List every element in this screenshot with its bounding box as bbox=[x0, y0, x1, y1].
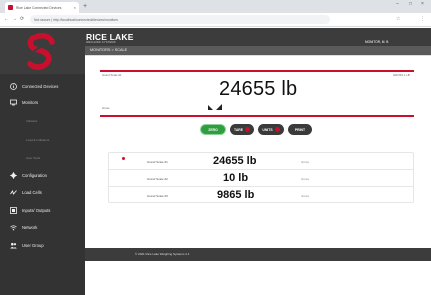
sidebar-subitem-indicator[interactable]: Indicator bbox=[26, 119, 38, 123]
weight-display: 24655 lb bbox=[219, 78, 298, 100]
table-row[interactable]: Grand Scale #3 9865 lb Gross bbox=[109, 187, 413, 204]
gear-icon bbox=[10, 172, 17, 179]
sidebar-item-connected-devices[interactable]: Connected Devices bbox=[0, 83, 85, 90]
scale-status: Gross bbox=[301, 194, 310, 198]
brand-subtitle: WEIGHING SYSTEMS bbox=[86, 41, 116, 44]
sidebar-item-label: Configuration bbox=[22, 173, 47, 178]
sidebar-subitem-user-tools[interactable]: User Tools bbox=[26, 156, 40, 160]
sidebar-item-label: User Group bbox=[22, 243, 44, 248]
zero-button-label: ZERO bbox=[208, 127, 218, 132]
rice-lake-logo-icon bbox=[27, 32, 55, 70]
footer-copyright: © 2021 Rice Lake Weighing Systems 2.1 bbox=[135, 252, 190, 256]
minimize-button[interactable]: – bbox=[396, 1, 399, 7]
tab-title: Rice Lake Connected Devices bbox=[16, 5, 62, 10]
breadcrumb-bar bbox=[85, 46, 431, 55]
table-row[interactable]: Grand Scale #1 24655 lb Gross bbox=[109, 153, 413, 170]
wifi-icon bbox=[10, 224, 17, 231]
sidebar-item-inputs-outputs[interactable]: Inputs/ Outputs bbox=[0, 207, 85, 214]
sidebar-item-label: Monitors bbox=[22, 100, 39, 105]
sidebar: Connected Devices Monitors Indicator Loa… bbox=[0, 74, 85, 295]
url-input[interactable]: Not secure | http://localhost/connected/… bbox=[30, 15, 330, 24]
units-indicator-icon bbox=[274, 127, 280, 132]
gross-label: Gross bbox=[102, 106, 110, 110]
favicon-icon bbox=[8, 5, 13, 10]
scale-status: Gross bbox=[301, 177, 310, 181]
reload-icon[interactable]: ⟳ bbox=[20, 16, 24, 22]
info-icon bbox=[10, 83, 17, 90]
page-bottom-area bbox=[85, 261, 431, 295]
print-button-label: PRINT bbox=[294, 127, 306, 132]
scale-weight: 24655 lb bbox=[213, 155, 257, 167]
print-button[interactable]: PRINT bbox=[288, 124, 312, 135]
sidebar-item-label: Load Cells bbox=[22, 190, 42, 195]
scale-weight: 10 lb bbox=[223, 172, 249, 184]
monitor-icon bbox=[10, 99, 17, 106]
logo-area bbox=[0, 28, 85, 74]
scale-name: Grand Scale #2 bbox=[147, 177, 168, 181]
new-tab-button[interactable]: + bbox=[83, 2, 87, 11]
scale-name: Grand Scale #1 bbox=[147, 160, 168, 164]
scale-name-label: Grand Scale #1 bbox=[102, 73, 122, 77]
tare-indicator-icon bbox=[244, 127, 250, 132]
scales-table: Grand Scale #1 24655 lb Gross Grand Scal… bbox=[108, 152, 414, 203]
maximize-button[interactable]: □ bbox=[409, 1, 412, 7]
io-icon bbox=[10, 207, 17, 214]
main-divider bbox=[85, 55, 431, 56]
address-bar: ← → ⟳ Not secure | http://localhost/conn… bbox=[0, 13, 431, 27]
sidebar-item-user-group[interactable]: User Group bbox=[0, 242, 85, 249]
scale-name: Grand Scale #3 bbox=[147, 194, 168, 198]
units-button-label: UNITS bbox=[262, 127, 273, 132]
tab-close-icon[interactable]: × bbox=[74, 5, 76, 10]
scale-panel-top-rule bbox=[100, 70, 414, 72]
url-text: Not secure | http://localhost/connected/… bbox=[34, 17, 118, 22]
sidebar-item-label: Connected Devices bbox=[22, 84, 59, 89]
sidebar-item-label: Network bbox=[22, 225, 38, 230]
sidebar-item-monitors[interactable]: Monitors bbox=[0, 99, 85, 106]
units-button[interactable]: UNITS bbox=[258, 124, 284, 135]
tare-button[interactable]: TARE bbox=[230, 124, 254, 135]
bookmark-star-icon[interactable]: ☆ bbox=[396, 16, 400, 22]
sidebar-item-network[interactable]: Network bbox=[0, 224, 85, 231]
sidebar-item-configuration[interactable]: Configuration bbox=[0, 172, 85, 179]
users-icon bbox=[10, 242, 17, 249]
browser-window: Rice Lake Connected Devices × + – □ × ← … bbox=[0, 0, 431, 295]
sidebar-subitem-load-indicators[interactable]: Load & Indicators bbox=[26, 138, 49, 142]
forward-icon[interactable]: → bbox=[12, 16, 17, 22]
selected-row-icon bbox=[122, 157, 125, 160]
zero-button[interactable]: ZERO bbox=[200, 124, 226, 135]
browser-tab[interactable]: Rice Lake Connected Devices × bbox=[5, 2, 79, 13]
scale-weight: 9865 lb bbox=[217, 189, 255, 201]
tare-button-label: TARE bbox=[234, 127, 243, 132]
scale-mode-label: GROSS 1 LB bbox=[393, 73, 410, 77]
table-row[interactable]: Grand Scale #2 10 lb Gross bbox=[109, 170, 413, 187]
stable-arrows-icon bbox=[208, 104, 222, 110]
scale-status: Gross bbox=[301, 160, 310, 164]
breadcrumb: MONITORS > SCALE bbox=[90, 48, 128, 52]
sidebar-item-label: Inputs/ Outputs bbox=[22, 208, 51, 213]
back-icon[interactable]: ← bbox=[4, 16, 9, 22]
browser-tab-strip: Rice Lake Connected Devices × + – □ × bbox=[0, 0, 431, 13]
browser-menu-icon[interactable]: ⋮ bbox=[420, 16, 425, 22]
sidebar-item-load-cells[interactable]: Load Cells bbox=[0, 189, 85, 196]
user-menu[interactable]: MONITOR, M. B bbox=[365, 40, 388, 44]
load-cell-icon bbox=[10, 189, 17, 196]
close-window-button[interactable]: × bbox=[421, 1, 424, 7]
scale-panel-bottom-rule bbox=[100, 115, 414, 117]
